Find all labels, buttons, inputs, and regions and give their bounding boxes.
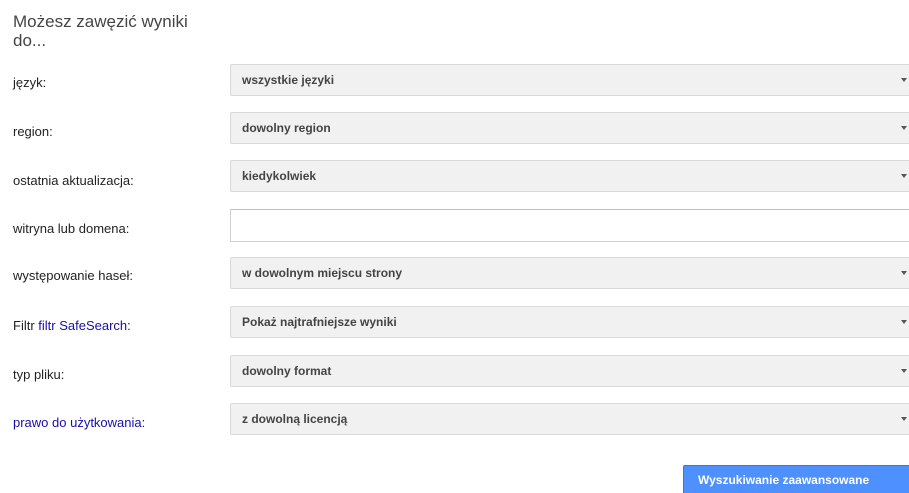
last-update-select-value: kiedykolwiek bbox=[242, 169, 317, 183]
usage-rights-select-value: z dowolną licencją bbox=[242, 412, 348, 426]
chevron-down-icon bbox=[901, 417, 907, 421]
site-label: witryna lub domena: bbox=[13, 221, 130, 236]
safesearch-label-prefix: Filtr bbox=[13, 318, 39, 333]
safesearch-select-value: Pokaż najtrafniejsze wyniki bbox=[242, 315, 397, 329]
safesearch-select[interactable]: Pokaż najtrafniejsze wyniki bbox=[230, 306, 909, 338]
language-label: język: bbox=[13, 75, 47, 90]
usage-rights-label-suffix: : bbox=[141, 415, 146, 430]
usage-rights-label: prawo do użytkowania: bbox=[13, 415, 145, 430]
chevron-down-icon bbox=[901, 369, 907, 373]
terms-appearing-select[interactable]: w dowolnym miejscu strony bbox=[230, 257, 909, 289]
safesearch-link[interactable]: filtr SafeSearch bbox=[38, 318, 127, 333]
terms-appearing-label: występowanie haseł: bbox=[13, 268, 133, 283]
safesearch-label: Filtr filtr SafeSearch: bbox=[13, 318, 131, 333]
usage-rights-select[interactable]: z dowolną licencją bbox=[230, 403, 909, 435]
safesearch-label-suffix: : bbox=[127, 318, 131, 333]
file-type-label: typ pliku: bbox=[13, 367, 65, 382]
chevron-down-icon bbox=[901, 174, 907, 178]
chevron-down-icon bbox=[901, 78, 907, 82]
site-input[interactable] bbox=[230, 209, 909, 242]
language-select-value: wszystkie języki bbox=[242, 73, 335, 87]
last-update-select[interactable]: kiedykolwiek bbox=[230, 160, 909, 192]
language-select[interactable]: wszystkie języki bbox=[230, 64, 909, 96]
region-select[interactable]: dowolny region bbox=[230, 112, 909, 144]
file-type-select-value: dowolny format bbox=[242, 364, 332, 378]
last-update-label: ostatnia aktualizacja: bbox=[13, 173, 134, 188]
usage-rights-link[interactable]: prawo do użytkowania bbox=[13, 415, 142, 430]
section-heading: Możesz zawęzić wyniki do... bbox=[13, 12, 188, 50]
terms-appearing-select-value: w dowolnym miejscu strony bbox=[242, 266, 403, 280]
chevron-down-icon bbox=[901, 320, 907, 324]
advanced-search-button[interactable]: Wyszukiwanie zaawansowane bbox=[683, 465, 909, 493]
region-select-value: dowolny region bbox=[242, 121, 331, 135]
chevron-down-icon bbox=[901, 271, 907, 275]
file-type-select[interactable]: dowolny format bbox=[230, 355, 909, 387]
chevron-down-icon bbox=[901, 126, 907, 130]
region-label: region: bbox=[13, 124, 53, 139]
